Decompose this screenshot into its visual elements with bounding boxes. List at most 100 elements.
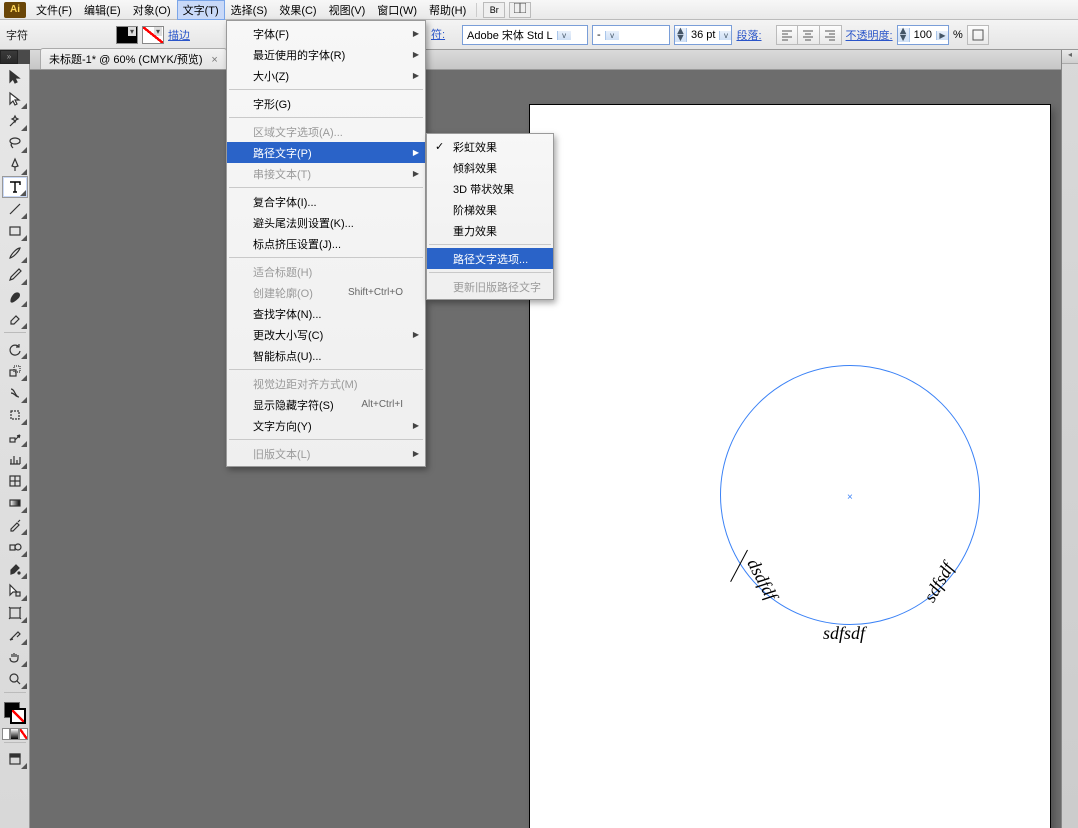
fill-swatch[interactable] [116,26,138,44]
close-tab-icon[interactable]: × [211,54,217,66]
menu-item-label: 阶梯效果 [453,202,497,218]
font-family-value: Adobe 宋体 Std L [467,27,553,43]
menu-item[interactable]: 更改大小写(C) [227,324,425,345]
gradient-tool[interactable] [2,492,28,514]
align-left-button[interactable] [776,25,798,45]
fill-stroke-swatches[interactable] [2,700,28,726]
menu-item[interactable]: 阶梯效果 [427,199,553,220]
align-center-button[interactable] [798,25,820,45]
right-dock-strip[interactable]: ◂ [1061,50,1078,828]
menu-item: 创建轮廓(O)Shift+Ctrl+O [227,282,425,303]
slice-tool[interactable] [2,624,28,646]
font-size-field[interactable]: ▲▼ 36 pt v [674,25,732,45]
graph-tool[interactable] [2,448,28,470]
font-size-value: 36 pt [687,29,719,41]
menu-item[interactable]: 字形(G) [227,93,425,114]
menu-item[interactable]: 避头尾法则设置(K)... [227,212,425,233]
stroke-swatch[interactable] [142,26,164,44]
menu-item[interactable]: 最近使用的字体(R) [227,44,425,65]
selection-tool[interactable] [2,66,28,88]
blob-brush-tool[interactable] [2,286,28,308]
opacity-field[interactable]: ▲▼ 100 ▶ [897,25,949,45]
document-tab[interactable]: 未标题-1* @ 60% (CMYK/预览) × [40,48,227,69]
menu-view[interactable]: 视图(V) [323,0,372,20]
zoom-tool[interactable] [2,668,28,690]
graphic-styles-button[interactable] [967,25,989,45]
menu-item[interactable]: 显示隐藏字符(S)Alt+Ctrl+I [227,394,425,415]
line-tool[interactable] [2,198,28,220]
menu-separator [229,187,423,188]
align-right-button[interactable] [820,25,842,45]
menu-item[interactable]: 重力效果 [427,220,553,241]
menu-item-label: 大小(Z) [253,68,289,84]
bridge-button[interactable]: Br [483,2,505,18]
menu-object[interactable]: 对象(O) [127,0,177,20]
opacity-value: 100 [910,29,936,41]
character-link-fragment[interactable]: 符: [431,26,445,42]
eraser-tool[interactable] [2,308,28,330]
menu-select[interactable]: 选择(S) [225,0,274,20]
font-style-combo[interactable]: -v [592,25,670,45]
menu-file[interactable]: 文件(F) [30,0,78,20]
menu-separator [229,117,423,118]
menu-item[interactable]: 查找字体(N)... [227,303,425,324]
lasso-tool[interactable] [2,132,28,154]
menu-item[interactable]: 彩虹效果 [427,136,553,157]
control-tool-label: 字符 [6,27,28,43]
free-transform-tool[interactable] [2,404,28,426]
menu-effect[interactable]: 效果(C) [273,0,322,20]
menu-window[interactable]: 窗口(W) [371,0,423,20]
menu-item-label: 串接文本(T) [253,166,311,182]
eyedropper-tool[interactable] [2,514,28,536]
menu-item[interactable]: 路径文字(P) [227,142,425,163]
screen-mode-button[interactable] [2,748,28,770]
center-marker-icon: × [847,492,853,498]
app-logo: Ai [4,2,26,18]
scale-tool[interactable] [2,360,28,382]
color-mode-bar[interactable] [2,728,28,740]
paintbrush-tool[interactable] [2,242,28,264]
live-paint-selection-tool[interactable] [2,580,28,602]
live-paint-tool[interactable] [2,558,28,580]
opacity-label[interactable]: 不透明度: [846,27,893,43]
menu-item-label: 更新旧版路径文字 [453,279,541,295]
dock-expand-icon[interactable]: ◂ [1062,50,1078,64]
artboard-tool[interactable] [2,602,28,624]
blend-tool[interactable] [2,536,28,558]
direct-selection-tool[interactable] [2,88,28,110]
menu-item[interactable]: 倾斜效果 [427,157,553,178]
stroke-color-swatch[interactable] [10,708,26,724]
warp-tool[interactable] [2,382,28,404]
path-text-2[interactable]: sdfsdf [823,623,865,644]
menu-item[interactable]: 字体(F) [227,23,425,44]
expand-panels-button[interactable]: » [0,50,18,64]
arrange-documents-button[interactable] [509,2,531,18]
menu-item[interactable]: 大小(Z) [227,65,425,86]
menu-item[interactable]: 路径文字选项... [427,248,553,269]
menu-help[interactable]: 帮助(H) [423,0,472,20]
symbol-sprayer-tool[interactable] [2,426,28,448]
align-group [776,25,842,45]
menu-item[interactable]: 3D 带状效果 [427,178,553,199]
stroke-link[interactable]: 描边 [168,27,190,43]
menu-item[interactable]: 复合字体(I)... [227,191,425,212]
menu-type[interactable]: 文字(T) [177,0,225,20]
menu-shortcut: Alt+Ctrl+I [337,399,403,410]
paragraph-link[interactable]: 段落: [736,27,761,43]
menu-item[interactable]: 智能标点(U)... [227,345,425,366]
type-tool[interactable] [2,176,28,198]
rectangle-tool[interactable] [2,220,28,242]
menu-item[interactable]: 文字方向(Y) [227,415,425,436]
menu-item-label: 最近使用的字体(R) [253,47,345,63]
font-family-combo[interactable]: Adobe 宋体 Std Lv [462,25,588,45]
hand-tool[interactable] [2,646,28,668]
menu-edit[interactable]: 编辑(E) [78,0,127,20]
opacity-pct: % [953,29,963,41]
pencil-tool[interactable] [2,264,28,286]
menu-item-label: 旧版文本(L) [253,446,310,462]
pen-tool[interactable] [2,154,28,176]
menu-item[interactable]: 标点挤压设置(J)... [227,233,425,254]
mesh-tool[interactable] [2,470,28,492]
magic-wand-tool[interactable] [2,110,28,132]
rotate-tool[interactable] [2,338,28,360]
